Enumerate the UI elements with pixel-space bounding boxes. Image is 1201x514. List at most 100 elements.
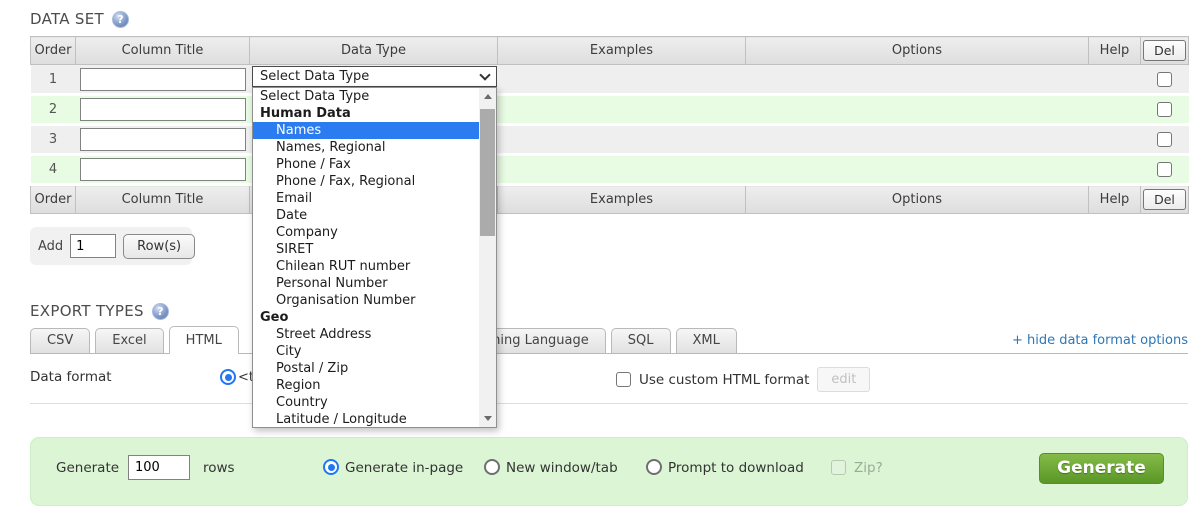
row-order: 3	[30, 124, 76, 156]
option-siret[interactable]: SIRET	[253, 241, 479, 258]
add-rows-box: Add Row(s)	[30, 227, 196, 265]
delete-row-checkbox[interactable]	[1157, 132, 1172, 147]
examples-cell	[497, 154, 746, 186]
data-type-option-list: Select Data Type Human Data Names Names,…	[252, 87, 497, 428]
scroll-up-icon[interactable]	[479, 88, 496, 105]
delete-row-checkbox[interactable]	[1157, 71, 1172, 87]
examples-cell	[497, 64, 746, 96]
option-organisation-number[interactable]: Organisation Number	[253, 292, 479, 309]
options-cell	[745, 154, 1089, 186]
radio-generate-in-page-label: Generate in-page	[345, 460, 464, 476]
export-tabs: CSV Excel HTML Programming Language SQL …	[30, 326, 1188, 354]
scrollbar-thumb[interactable]	[480, 109, 495, 236]
option-city[interactable]: City	[253, 343, 479, 360]
use-custom-html-checkbox[interactable]	[616, 372, 631, 387]
radio-generate-in-page[interactable]	[323, 459, 339, 475]
export-title-row: EXPORT TYPES ?	[30, 302, 1188, 320]
option-latitude-longitude[interactable]: Latitude / Longitude	[253, 411, 479, 427]
footer-column-title: Column Title	[75, 184, 250, 214]
help-cell	[1088, 64, 1141, 96]
column-title-input[interactable]	[79, 98, 246, 121]
rows-word-label: rows	[203, 460, 235, 476]
delete-row-checkbox[interactable]	[1157, 162, 1172, 177]
generate-rows-label: Generate	[56, 460, 120, 476]
options-cell	[745, 94, 1089, 126]
option-street-address[interactable]: Street Address	[253, 326, 479, 343]
tab-html[interactable]: HTML	[168, 326, 239, 354]
dataset-header-row: Order Column Title Data Type Examples Op…	[30, 36, 1189, 65]
hide-data-format-options-link[interactable]: + hide data format options	[1012, 333, 1188, 348]
row-order: 4	[30, 154, 76, 186]
help-cell	[1088, 154, 1141, 186]
radio-prompt-to-download-label: Prompt to download	[668, 460, 804, 476]
delete-row-checkbox[interactable]	[1157, 102, 1172, 117]
generate-button[interactable]: Generate	[1039, 453, 1164, 484]
help-icon[interactable]: ?	[111, 10, 129, 28]
row-order: 1	[30, 64, 76, 96]
options-cell	[745, 124, 1089, 156]
edit-custom-format-button[interactable]: edit	[817, 367, 871, 392]
tab-csv[interactable]: CSV	[30, 328, 91, 353]
tab-sql[interactable]: SQL	[610, 328, 671, 353]
examples-cell	[497, 124, 746, 156]
help-icon[interactable]: ?	[151, 302, 169, 320]
radio-new-window-tab[interactable]	[484, 459, 500, 475]
help-cell	[1088, 94, 1141, 126]
option-postal-zip[interactable]: Postal / Zip	[253, 360, 479, 377]
use-custom-html-label: Use custom HTML format	[639, 371, 810, 388]
header-column-title: Column Title	[75, 36, 250, 65]
data-format-radio[interactable]	[220, 369, 236, 385]
table-row-3: 3	[30, 124, 1189, 156]
option-company[interactable]: Company	[253, 224, 479, 241]
option-email[interactable]: Email	[253, 190, 479, 207]
table-row-1: 1	[30, 64, 1189, 96]
option-region[interactable]: Region	[253, 377, 479, 394]
header-data-type: Data Type	[249, 36, 498, 65]
dataset-footer-header-row: Order Column Title Data Type Examples Op…	[30, 184, 1189, 214]
options-cell	[745, 64, 1089, 96]
delete-selected-button[interactable]: Del	[1143, 189, 1186, 210]
generate-bar: Generate rows Generate in-page New windo…	[30, 437, 1188, 506]
option-personal-number[interactable]: Personal Number	[253, 275, 479, 292]
html-format-panel: Data format <t Use custom HTML format ed…	[30, 354, 1188, 404]
data-type-select[interactable]: Select Data Type	[252, 66, 497, 87]
option-phone-fax[interactable]: Phone / Fax	[253, 156, 479, 173]
radio-prompt-to-download[interactable]	[646, 459, 662, 475]
zip-checkbox	[831, 460, 846, 475]
dataset-title-row: DATA SET ?	[30, 10, 1188, 28]
tab-xml[interactable]: XML	[675, 328, 737, 353]
dataset-section: DATA SET ? Order Column Title Data Type …	[30, 10, 1189, 265]
option-phone-fax-regional[interactable]: Phone / Fax, Regional	[253, 173, 479, 190]
footer-order: Order	[30, 184, 76, 214]
scroll-down-icon[interactable]	[479, 410, 496, 427]
option-names-regional[interactable]: Names, Regional	[253, 139, 479, 156]
custom-html-format-group: Use custom HTML format edit	[616, 367, 871, 392]
add-rows-count-input[interactable]	[70, 234, 117, 258]
option-select-data-type[interactable]: Select Data Type	[253, 88, 479, 105]
option-date[interactable]: Date	[253, 207, 479, 224]
header-order: Order	[30, 36, 76, 65]
column-title-input[interactable]	[79, 158, 246, 181]
data-type-selected-value: Select Data Type	[260, 69, 370, 84]
optgroup-human-data: Human Data	[260, 106, 351, 121]
export-title: EXPORT TYPES	[30, 302, 144, 320]
dataset-table: Order Column Title Data Type Examples Op…	[30, 36, 1189, 214]
option-names[interactable]: Names	[253, 122, 479, 139]
row-order: 2	[30, 94, 76, 126]
header-examples: Examples	[497, 36, 746, 65]
column-title-input[interactable]	[79, 67, 246, 91]
table-row-4: 4	[30, 154, 1189, 186]
option-country[interactable]: Country	[253, 394, 479, 411]
delete-selected-button[interactable]: Del	[1143, 40, 1186, 61]
scrollbar[interactable]	[479, 88, 496, 427]
dataset-title: DATA SET	[30, 10, 104, 28]
column-title-input[interactable]	[79, 128, 246, 151]
option-chilean-rut-number[interactable]: Chilean RUT number	[253, 258, 479, 275]
export-types-section: EXPORT TYPES ? CSV Excel HTML Programmin…	[30, 302, 1188, 404]
radio-new-window-tab-label: New window/tab	[506, 460, 618, 476]
footer-help: Help	[1088, 184, 1141, 214]
tab-excel[interactable]: Excel	[95, 328, 164, 353]
num-rows-input[interactable]	[128, 455, 190, 480]
add-rows-button[interactable]: Row(s)	[123, 233, 196, 259]
help-cell	[1088, 124, 1141, 156]
